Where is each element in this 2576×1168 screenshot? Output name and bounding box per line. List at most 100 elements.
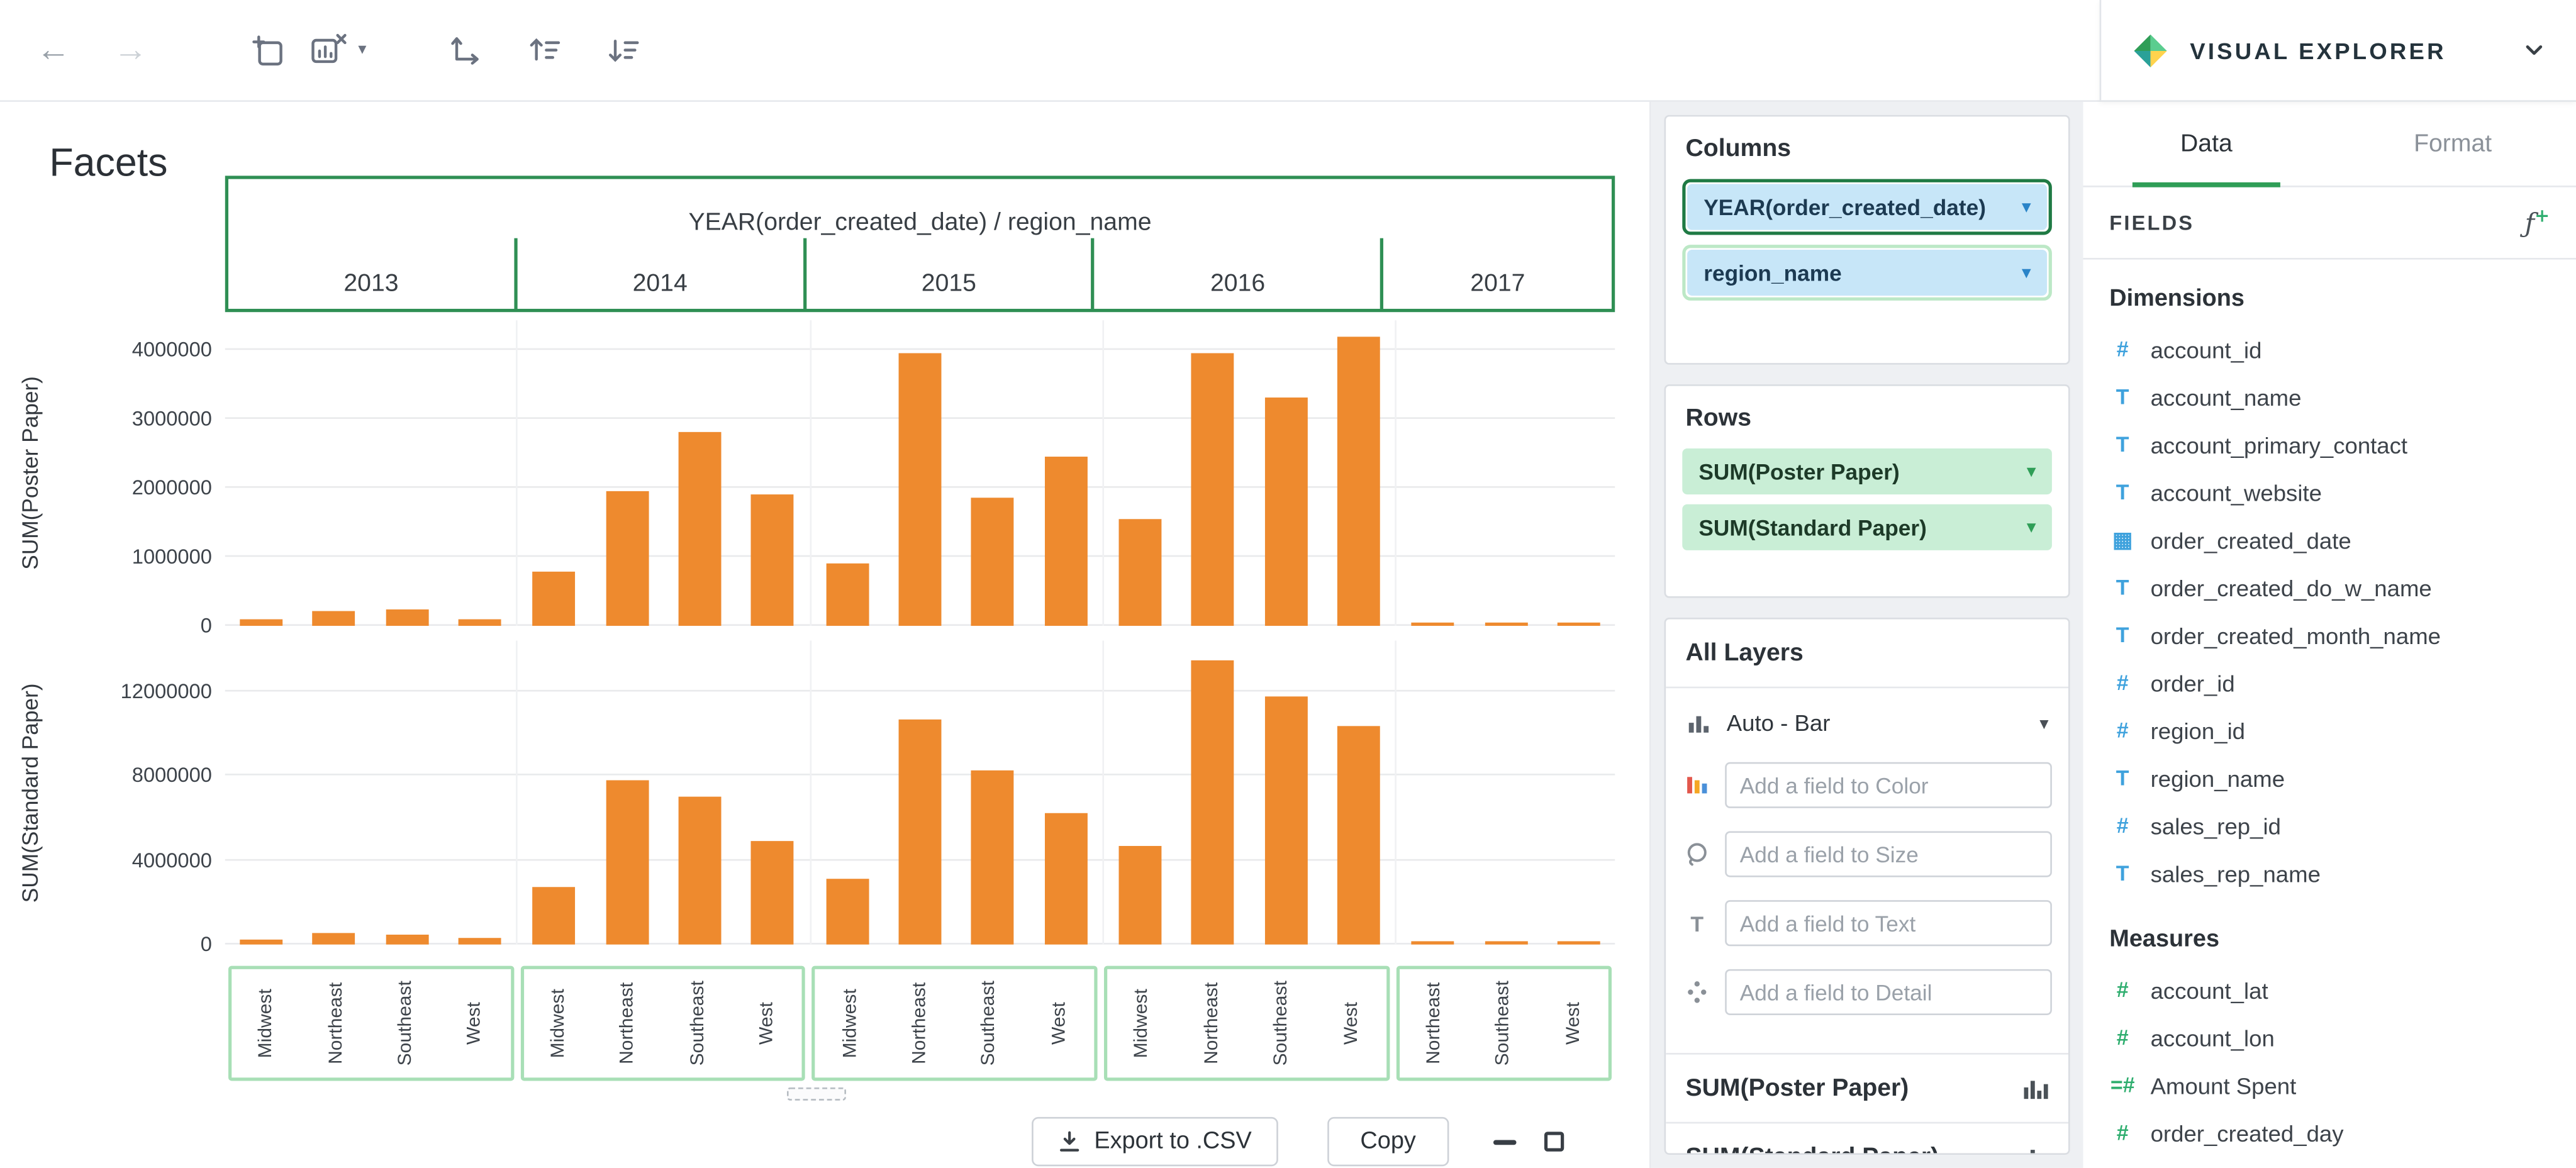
field-row[interactable]: Tsales_rep_name bbox=[2109, 849, 2550, 897]
bar[interactable] bbox=[1264, 398, 1307, 626]
field-row[interactable]: Torder_created_month_name bbox=[2109, 611, 2550, 659]
chart-type-caret-icon[interactable]: ▾ bbox=[358, 41, 366, 59]
bar[interactable] bbox=[1191, 353, 1235, 626]
bar[interactable] bbox=[1337, 336, 1380, 626]
rows-shelf: Rows SUM(Poster Paper) ▾ SUM(Standard Pa… bbox=[1664, 384, 2070, 598]
y-tick-label: 2000000 bbox=[131, 476, 212, 500]
bar[interactable] bbox=[1264, 696, 1307, 945]
bar[interactable] bbox=[1118, 845, 1162, 945]
expand-icon[interactable] bbox=[1533, 1122, 1576, 1162]
bar[interactable] bbox=[313, 933, 356, 945]
field-row[interactable]: # account_id bbox=[2109, 325, 2550, 373]
visual-explorer-menu[interactable]: VISUAL EXPLORER bbox=[2099, 0, 2576, 102]
bar[interactable] bbox=[313, 611, 356, 626]
bar[interactable] bbox=[458, 620, 501, 626]
chevron-down-icon: ▾ bbox=[2039, 713, 2049, 734]
pill-caret-icon[interactable]: ▾ bbox=[2022, 264, 2031, 282]
text-icon: T bbox=[1690, 911, 1704, 936]
bar[interactable] bbox=[458, 938, 501, 945]
bar[interactable] bbox=[1557, 941, 1600, 945]
tab-format[interactable]: Format bbox=[2329, 102, 2576, 186]
bar[interactable] bbox=[678, 797, 722, 945]
layer-sum-standard-paper[interactable]: SUM(Standard Paper) bbox=[1666, 1121, 2069, 1154]
field-row[interactable]: Torder_created_do_w_name bbox=[2109, 564, 2550, 611]
bar[interactable] bbox=[386, 609, 429, 626]
bar[interactable] bbox=[1191, 660, 1235, 945]
rows-drop-zone[interactable]: SUM(Poster Paper) ▾ SUM(Standard Paper) … bbox=[1666, 445, 2068, 596]
bar[interactable] bbox=[533, 887, 576, 945]
add-formula-icon[interactable]: ƒ+ bbox=[2525, 206, 2550, 239]
add-chart-icon[interactable] bbox=[240, 24, 293, 77]
bar[interactable] bbox=[898, 719, 942, 945]
bar[interactable] bbox=[240, 619, 283, 626]
pill-caret-icon[interactable]: ▾ bbox=[2027, 518, 2036, 537]
bar[interactable] bbox=[1484, 941, 1527, 945]
size-field-input[interactable] bbox=[1725, 831, 2052, 877]
columns-shelf-title: Columns bbox=[1685, 135, 1792, 163]
pill-caret-icon[interactable]: ▾ bbox=[2027, 462, 2036, 481]
pill-sum-standard-paper[interactable]: SUM(Standard Paper) ▾ bbox=[1682, 504, 2052, 550]
bar[interactable] bbox=[1118, 519, 1162, 626]
layer-sum-poster-paper[interactable]: SUM(Poster Paper) bbox=[1666, 1053, 2069, 1122]
text-field-input[interactable] bbox=[1725, 900, 2052, 947]
bar[interactable] bbox=[386, 934, 429, 945]
pill-region-name[interactable]: region_name ▾ bbox=[1682, 245, 2052, 301]
collapse-icon[interactable] bbox=[1483, 1122, 1526, 1162]
bar[interactable] bbox=[1557, 622, 1600, 626]
sort-descending-icon[interactable] bbox=[596, 24, 649, 77]
bar[interactable] bbox=[1411, 622, 1454, 626]
bar[interactable] bbox=[825, 879, 869, 945]
bar[interactable] bbox=[1411, 941, 1454, 945]
field-row[interactable]: Tregion_name bbox=[2109, 754, 2550, 802]
bar[interactable] bbox=[971, 497, 1015, 626]
field-row[interactable]: # account_lon bbox=[2109, 1013, 2550, 1061]
field-row[interactable]: # order_created_day bbox=[2109, 1109, 2550, 1157]
bar[interactable] bbox=[751, 841, 795, 945]
field-row[interactable]: ▦ order_created_date bbox=[2109, 516, 2550, 564]
export-csv-button[interactable]: Export to .CSV bbox=[1032, 1116, 1278, 1167]
undo-back-arrow-icon[interactable]: ← bbox=[36, 33, 70, 67]
bar[interactable] bbox=[1484, 622, 1527, 626]
bar[interactable] bbox=[1044, 457, 1087, 626]
columns-drop-zone[interactable]: YEAR(order_created_date) ▾ region_name ▾ bbox=[1666, 175, 2068, 363]
field-row[interactable]: # region_id bbox=[2109, 706, 2550, 754]
bar[interactable] bbox=[240, 939, 283, 945]
remove-chart-icon[interactable] bbox=[303, 24, 355, 77]
redo-forward-arrow-icon[interactable]: → bbox=[113, 33, 148, 67]
pill-year-order-created-date[interactable]: YEAR(order_created_date) ▾ bbox=[1682, 179, 2052, 235]
color-field-input[interactable] bbox=[1725, 762, 2052, 808]
field-row[interactable]: # account_lat bbox=[2109, 966, 2550, 1014]
bar[interactable] bbox=[1044, 813, 1087, 945]
bar[interactable] bbox=[751, 494, 795, 626]
bar[interactable] bbox=[605, 491, 649, 626]
field-row[interactable]: # sales_rep_id bbox=[2109, 801, 2550, 849]
bar[interactable] bbox=[533, 572, 576, 626]
field-row[interactable]: # order_id bbox=[2109, 659, 2550, 706]
bar[interactable] bbox=[971, 769, 1015, 945]
copy-button[interactable]: Copy bbox=[1327, 1116, 1449, 1167]
pill-sum-poster-paper[interactable]: SUM(Poster Paper) ▾ bbox=[1682, 448, 2052, 495]
bar[interactable] bbox=[898, 353, 942, 626]
bar[interactable] bbox=[605, 780, 649, 945]
facet-year-label: 2013 bbox=[343, 269, 399, 298]
swap-axes-icon[interactable] bbox=[438, 24, 491, 77]
sort-ascending-icon[interactable] bbox=[518, 24, 571, 77]
field-row[interactable]: =# Amount Spent bbox=[2109, 1061, 2550, 1109]
detail-field-input[interactable] bbox=[1725, 969, 2052, 1015]
chevron-down-icon[interactable] bbox=[2522, 38, 2546, 62]
bar[interactable] bbox=[678, 433, 722, 626]
color-field-row bbox=[1682, 762, 2052, 808]
field-row[interactable]: Taccount_website bbox=[2109, 468, 2550, 516]
resize-drag-handle[interactable] bbox=[786, 1087, 846, 1101]
field-name: account_lat bbox=[2150, 976, 2268, 1003]
tab-data[interactable]: Data bbox=[2083, 102, 2330, 187]
bar[interactable] bbox=[1337, 725, 1380, 945]
field-row[interactable]: Taccount_name bbox=[2109, 373, 2550, 421]
bar[interactable] bbox=[825, 564, 869, 626]
pill-caret-icon[interactable]: ▾ bbox=[2022, 198, 2031, 216]
facet-column bbox=[809, 640, 1102, 945]
x-axis-category-labels: Midwest Northeast Southeast West Midwest Nort… bbox=[225, 965, 1615, 1081]
mark-type-select[interactable]: Auto - Bar ▾ bbox=[1666, 688, 2068, 750]
y-tick-label: 8000000 bbox=[131, 764, 212, 787]
field-row[interactable]: Taccount_primary_contact bbox=[2109, 421, 2550, 469]
